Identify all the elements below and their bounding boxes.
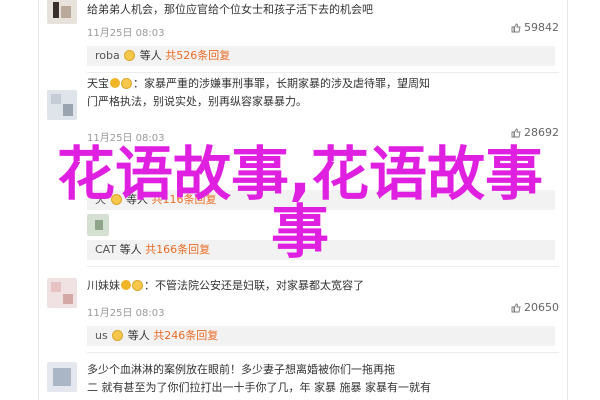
avatar[interactable] [47, 0, 77, 24]
reply-label: 等人 [127, 329, 150, 342]
comment-text: 天宝 ：家暴严重的涉嫌事刑事罪，长期家暴的涉及虐待罪，望周知 [87, 77, 430, 90]
reply-count-link[interactable]: 共246条回复 [153, 329, 218, 342]
emoji-icon [132, 280, 143, 291]
like-button[interactable]: 28692 [511, 126, 559, 139]
thumbs-up-icon [511, 23, 521, 33]
comment-time: 11月25日 08:03 [87, 133, 165, 144]
divider [87, 352, 559, 353]
comment-text: 川妹妹 ：不管法院公安还是妇联，对家暴都太宽容了 [87, 279, 364, 292]
reply-count-link[interactable]: 共166条回复 [145, 243, 210, 256]
reply-user[interactable]: CAT [95, 243, 116, 256]
reply-user[interactable]: us [95, 329, 108, 342]
thumbs-up-icon [511, 303, 521, 313]
comment-text-line2: 二 就有甚至为了你们拉打出一十手你了几，年 家暴 施暴 家暴有一就有 [87, 381, 431, 394]
avatar[interactable] [47, 90, 77, 120]
reply-label: 等人 [119, 243, 142, 256]
comment-body: 不管法院公安还是妇联，对家暴都太宽容了 [155, 279, 364, 292]
comment-text: 多少个血淋淋的案例放在眼前！多少妻子想离婚被你们一拖再拖 [87, 363, 395, 376]
reply-summary[interactable]: 天 等人 共116条回复 [87, 190, 555, 210]
divider [87, 72, 559, 73]
divider [87, 266, 559, 267]
like-count: 20650 [524, 301, 559, 314]
emoji-icon [124, 50, 136, 61]
emoji-icon [112, 330, 124, 341]
verified-badge-icon [110, 78, 120, 88]
comment-time: 11月25日 08:03 [87, 308, 165, 319]
comment-time: 11月25日 08:03 [87, 28, 165, 39]
thumbs-up-icon [511, 128, 521, 138]
emoji-icon [110, 194, 122, 205]
reply-summary[interactable]: us 等人 共246条回复 [87, 326, 555, 346]
reply-user[interactable]: 天 [95, 193, 106, 206]
comment-author[interactable]: 天宝 [87, 77, 109, 90]
comment-text: 给弟弟人机会，那位应官给个位女士和孩子活下去的机会吧 [87, 3, 373, 16]
comment-body: 家暴严重的涉嫌事刑事罪，长期家暴的涉及虐待罪，望周知 [144, 77, 430, 90]
comment-feed: 给弟弟人机会，那位应官给个位女士和孩子活下去的机会吧 11月25日 08:03 … [38, 0, 568, 400]
like-button[interactable]: 59842 [511, 21, 559, 34]
like-button[interactable]: 20650 [511, 301, 559, 314]
like-count: 28692 [524, 126, 559, 139]
comment-text-line2: 门严格执法，别说实处，别再纵容家暴暴力。 [87, 95, 307, 108]
reply-count-link[interactable]: 共526条回复 [165, 49, 230, 62]
reply-summary[interactable]: roba 等人 共526条回复 [87, 46, 555, 66]
reply-label: 等人 [139, 49, 162, 62]
comment-author[interactable]: 川妹妹 [87, 279, 120, 292]
reply-user[interactable]: roba [95, 49, 120, 62]
avatar[interactable] [47, 362, 77, 392]
reply-summary[interactable]: CAT 等人 共166条回复 [87, 240, 555, 260]
emoji-icon [121, 78, 132, 89]
reply-label: 等人 [126, 193, 148, 206]
verified-badge-icon [121, 280, 131, 290]
avatar[interactable] [47, 278, 77, 308]
like-count: 59842 [524, 21, 559, 34]
reply-count-link[interactable]: 共116条回复 [152, 193, 217, 206]
avatar[interactable] [87, 214, 109, 236]
